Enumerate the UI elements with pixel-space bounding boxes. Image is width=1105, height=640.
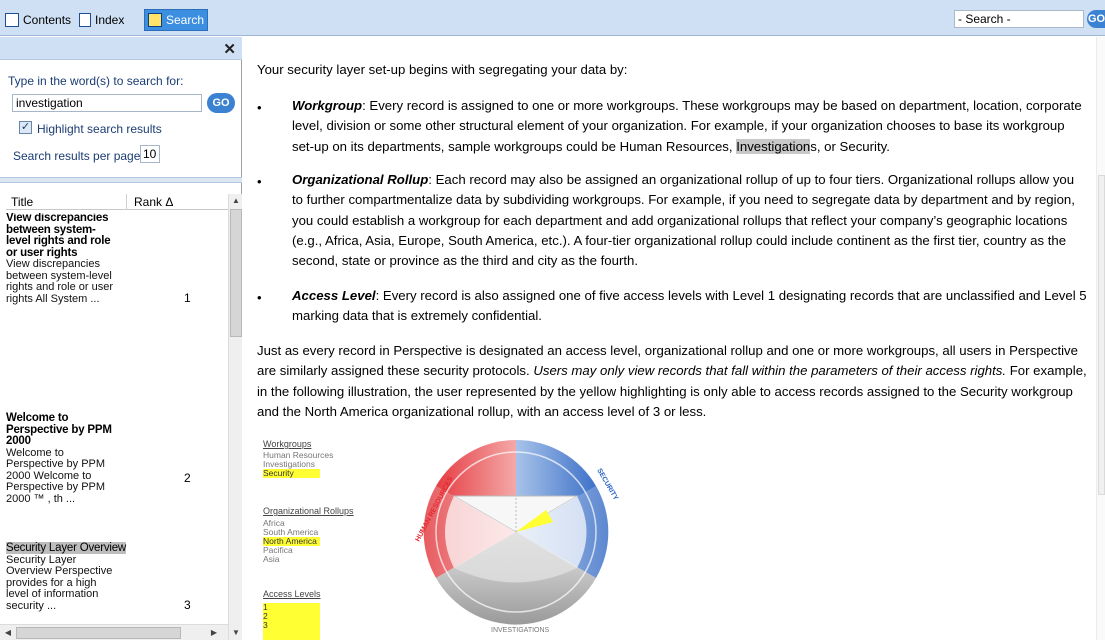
scroll-up-icon[interactable]: ▲ [229, 194, 243, 208]
column-title[interactable]: Title [11, 195, 33, 209]
column-separator[interactable] [126, 194, 127, 210]
scroll-right-icon[interactable]: ▶ [207, 626, 221, 640]
results-divider[interactable] [0, 177, 242, 183]
result-description: Welcome to Perspective by PPM 2000 Welco… [6, 446, 106, 505]
scroll-thumb[interactable] [1098, 175, 1105, 495]
bullet-icon: • [257, 174, 262, 189]
tab-search[interactable]: Search [144, 9, 209, 31]
term-access-level: Access Level [292, 288, 376, 303]
result-title[interactable]: Welcome to Perspective by PPM 2000 [6, 412, 118, 448]
search-icon [148, 13, 162, 27]
result-rank: 3 [184, 598, 191, 612]
bullet-text: : Every record is assigned to one or mor… [292, 98, 1082, 154]
term-rollup: Organizational Rollup [292, 172, 429, 187]
rollup-item: Asia [263, 554, 280, 564]
workgroup-item-selected: Security [263, 469, 320, 478]
content-vertical-scrollbar[interactable] [1096, 37, 1105, 640]
result-description: Security Layer Overview Perspective prov… [6, 553, 113, 612]
result-row[interactable]: View discrepancies between system-level … [6, 213, 228, 413]
scroll-down-icon[interactable]: ▼ [229, 626, 243, 640]
access-level-item: 1 [263, 602, 268, 612]
result-title[interactable]: Security Layer Overview [6, 542, 126, 554]
access-level-item: 3 [263, 620, 268, 630]
highlight-label: Highlight search results [37, 122, 162, 136]
bullet-text: : Every record is also assigned one of f… [292, 288, 1087, 324]
search-pane: ✕ Type in the word(s) to search for: inv… [0, 37, 242, 640]
access-levels-heading: Access Levels [263, 589, 321, 599]
term-workgroup: Workgroup [292, 98, 363, 113]
result-row[interactable]: Security Layer Overview Security Layer O… [6, 540, 228, 624]
scroll-thumb[interactable] [16, 627, 181, 639]
security-wheel-diagram: HUMAN RESOURCES SECURITY INVESTIGATIONS [415, 439, 619, 634]
bullet-workgroup: Workgroup: Every record is assigned to o… [292, 96, 1087, 157]
bullet-text: s, or Security. [810, 138, 890, 154]
bullet-icon: • [257, 290, 262, 305]
tab-index[interactable]: Index [76, 9, 127, 31]
index-icon [79, 13, 91, 27]
book-icon [5, 13, 19, 27]
highlight-checkbox[interactable]: ✓ [19, 121, 32, 134]
tab-search-label: Search [166, 13, 205, 27]
per-page-label: Search results per page [13, 149, 141, 163]
results-horizontal-scrollbar[interactable]: ◀ ▶ [0, 624, 228, 640]
top-search-input[interactable]: - Search - [954, 10, 1084, 28]
bullet-icon: • [257, 100, 262, 115]
tab-contents[interactable]: Contents [2, 9, 74, 31]
search-prompt: Type in the word(s) to search for: [8, 74, 184, 88]
search-pane-header: ✕ [0, 37, 242, 60]
scroll-left-icon[interactable]: ◀ [1, 626, 15, 640]
results-list: View discrepancies between system-level … [6, 213, 228, 624]
results-vertical-scrollbar[interactable]: ▲ ▼ [228, 194, 242, 640]
search-highlight: Investigation [736, 138, 811, 154]
results-header: Title Rank Δ [6, 194, 228, 210]
top-go-button[interactable]: GO [1087, 10, 1105, 28]
tab-contents-label: Contents [23, 13, 72, 27]
topic-content: Your security layer set-up begins with s… [243, 37, 1096, 640]
access-levels-selected: 1 2 3 [263, 603, 320, 640]
help-toolbar: Contents Index Search - Search - GO [0, 0, 1105, 36]
intro-paragraph: Your security layer set-up begins with s… [257, 62, 628, 77]
access-level-item: 2 [263, 611, 268, 621]
bullet-access-level: Access Level: Every record is also assig… [292, 286, 1087, 327]
column-rank[interactable]: Rank Δ [134, 195, 173, 209]
tab-index-label: Index [95, 13, 125, 27]
result-description: View discrepancies between system-level … [6, 258, 113, 305]
result-rank: 2 [184, 471, 191, 485]
per-page-input[interactable]: 10 [140, 145, 160, 163]
search-input[interactable]: investigation [12, 94, 202, 112]
bullet-organizational-rollup: Organizational Rollup: Each record may a… [292, 170, 1087, 271]
result-title[interactable]: View discrepancies between system-level … [6, 213, 118, 259]
result-row[interactable]: Welcome to Perspective by PPM 2000 Welco… [6, 412, 228, 540]
security-illustration: Workgroups Human Resources Investigation… [263, 432, 733, 640]
scroll-thumb[interactable] [230, 209, 242, 337]
explanation-paragraph: Just as every record in Perspective is d… [257, 341, 1087, 422]
label-investigations: INVESTIGATIONS [491, 627, 550, 634]
result-rank: 1 [184, 291, 191, 305]
search-go-button[interactable]: GO [207, 93, 235, 113]
close-icon[interactable]: ✕ [223, 40, 236, 58]
paragraph-emphasis: Users may only view records that fall wi… [533, 363, 1007, 379]
